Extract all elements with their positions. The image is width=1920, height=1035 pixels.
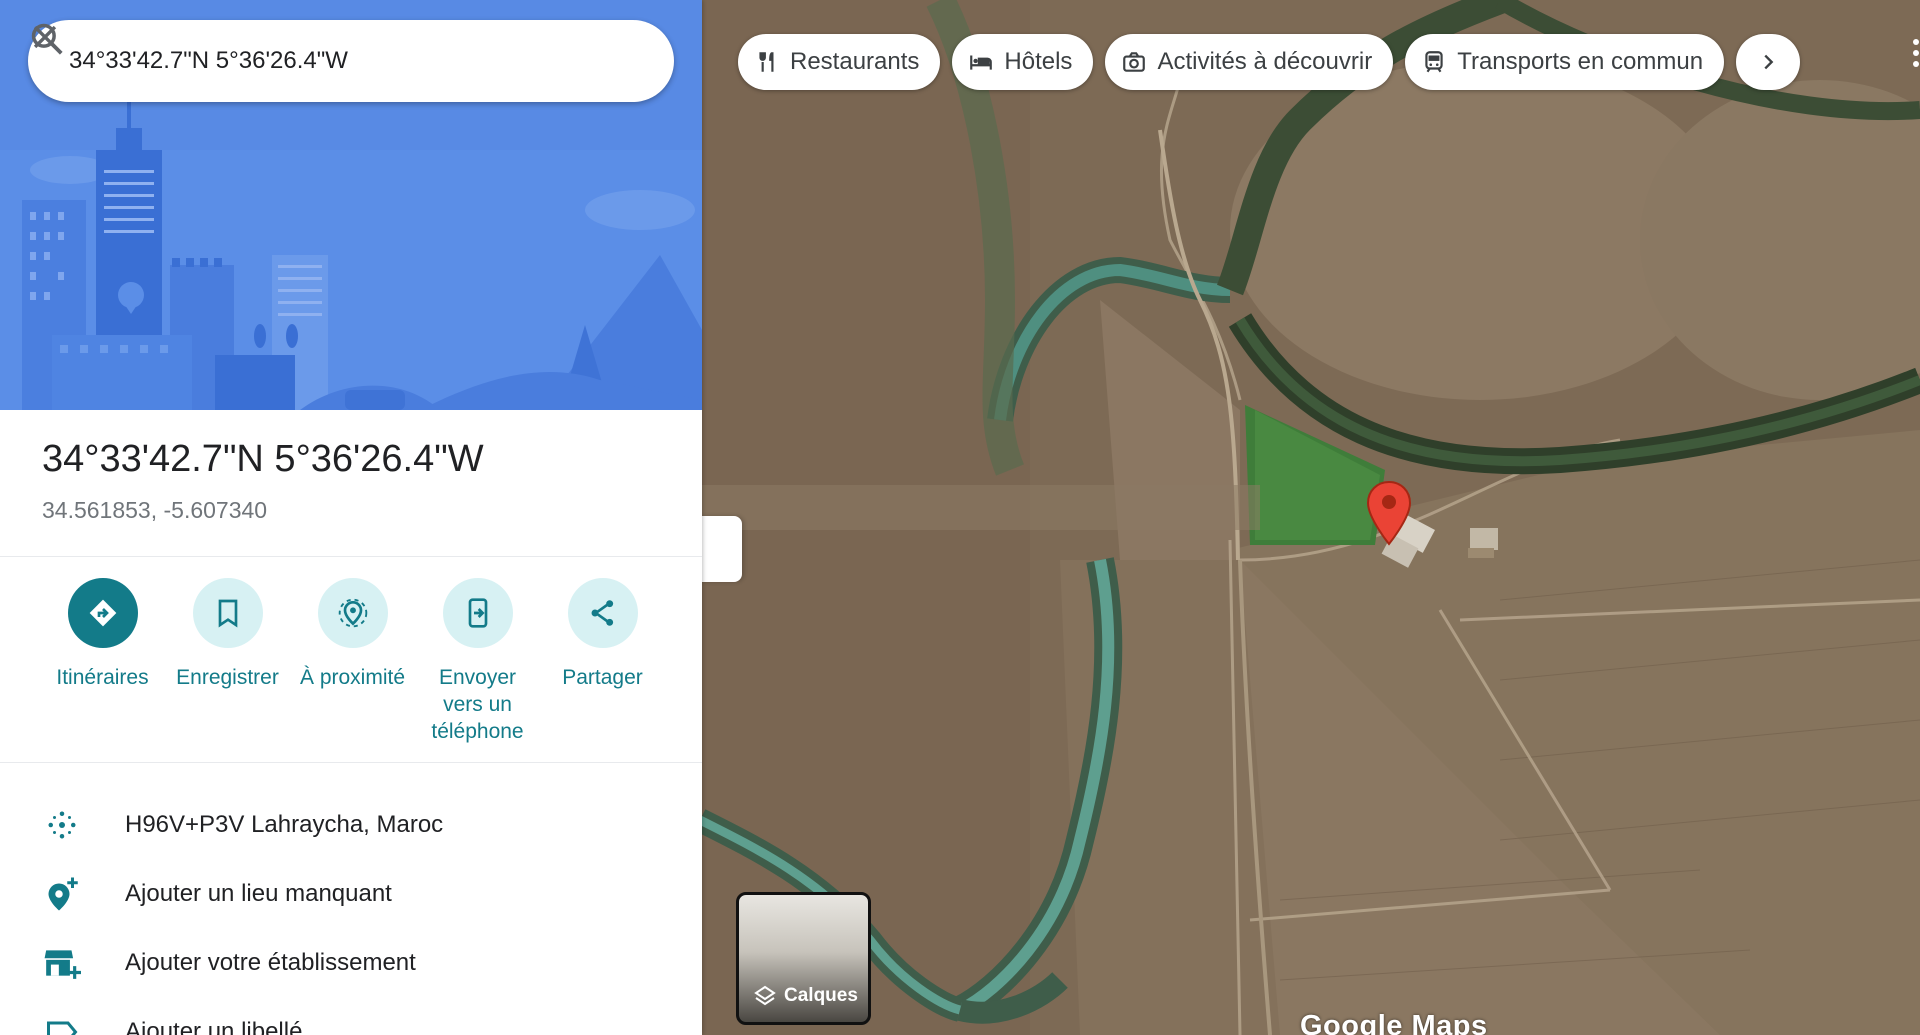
- divider: [0, 556, 702, 557]
- add-missing-place-row[interactable]: Ajouter un lieu manquant: [0, 859, 702, 928]
- share-button[interactable]: Partager: [540, 578, 665, 745]
- action-label: Envoyer vers un téléphone: [431, 666, 524, 743]
- add-label-text: Ajouter un libellé: [125, 1017, 303, 1035]
- search-input[interactable]: [69, 47, 499, 75]
- place-panel: 34°33'42.7"N 5°36'26.4"W 34.561853, -5.6…: [0, 0, 702, 1035]
- chip-hotels[interactable]: Hôtels: [952, 34, 1094, 90]
- action-buttons: Itinéraires Enregistrer À proximité Envo…: [40, 578, 670, 745]
- chips-scroll-right-button[interactable]: [1736, 34, 1801, 90]
- action-label: Partager: [562, 666, 643, 689]
- location-pin-icon[interactable]: [1366, 480, 1412, 546]
- google-maps-logo: Google Maps: [1300, 1010, 1488, 1035]
- chip-label: Hôtels: [1004, 48, 1073, 75]
- info-list: H96V+P3V Lahraycha, Maroc Ajouter un lie…: [0, 790, 702, 1035]
- close-icon[interactable]: [28, 20, 62, 54]
- decimal-coordinates: 34.561853, -5.607340: [42, 497, 268, 523]
- send-to-phone-button[interactable]: Envoyer vers un téléphone: [415, 578, 540, 745]
- nearby-icon: [338, 598, 367, 628]
- directions-button[interactable]: Itinéraires: [40, 578, 165, 745]
- chip-label: Activités à découvrir: [1157, 48, 1373, 75]
- add-business-text: Ajouter votre établissement: [125, 948, 416, 976]
- layers-icon: [754, 985, 776, 1006]
- chevron-right-icon: [1764, 54, 1774, 70]
- layers-button[interactable]: Calques: [736, 892, 871, 1025]
- plus-code-text: H96V+P3V Lahraycha, Maroc: [125, 810, 444, 838]
- action-label: À proximité: [299, 666, 406, 689]
- place-title: 34°33'42.7"N 5°36'26.4"W: [42, 438, 484, 480]
- share-icon: [591, 600, 613, 626]
- chip-restaurants[interactable]: Restaurants: [738, 34, 941, 90]
- layers-label: Calques: [784, 985, 858, 1006]
- plus-code-row[interactable]: H96V+P3V Lahraycha, Maroc: [0, 790, 702, 859]
- bookmark-icon: [218, 599, 237, 628]
- add-missing-place-text: Ajouter un lieu manquant: [125, 879, 392, 907]
- action-label: Itinéraires: [56, 666, 149, 689]
- add-business-icon: [44, 949, 81, 979]
- plus-code-icon: [48, 811, 76, 838]
- more-vert-icon[interactable]: [1912, 38, 1920, 68]
- directions-icon: [89, 599, 116, 627]
- save-button[interactable]: Enregistrer: [165, 578, 290, 745]
- divider: [0, 762, 702, 763]
- chip-label: Restaurants: [790, 48, 920, 75]
- chip-transit[interactable]: Transports en commun: [1405, 34, 1725, 90]
- camera-icon: [1123, 52, 1146, 72]
- add-place-icon: [48, 877, 78, 910]
- search-box[interactable]: [28, 20, 674, 102]
- send-to-phone-icon: [468, 598, 487, 628]
- action-label: Enregistrer: [176, 666, 279, 689]
- nearby-button[interactable]: À proximité: [290, 578, 415, 745]
- chip-label: Transports en commun: [1457, 48, 1704, 75]
- train-icon: [1425, 51, 1443, 73]
- fork-knife-icon: [759, 52, 774, 72]
- chip-activities[interactable]: Activités à découvrir: [1105, 34, 1394, 90]
- label-icon: [47, 1021, 78, 1035]
- hero-illustration: [0, 0, 702, 410]
- add-business-row[interactable]: Ajouter votre établissement: [0, 928, 702, 997]
- category-chips: Restaurants Hôtels Activités à découvrir…: [738, 34, 1801, 90]
- collapse-panel-button[interactable]: [700, 516, 742, 582]
- add-label-row[interactable]: Ajouter un libellé: [0, 997, 702, 1035]
- bed-icon: [970, 55, 993, 70]
